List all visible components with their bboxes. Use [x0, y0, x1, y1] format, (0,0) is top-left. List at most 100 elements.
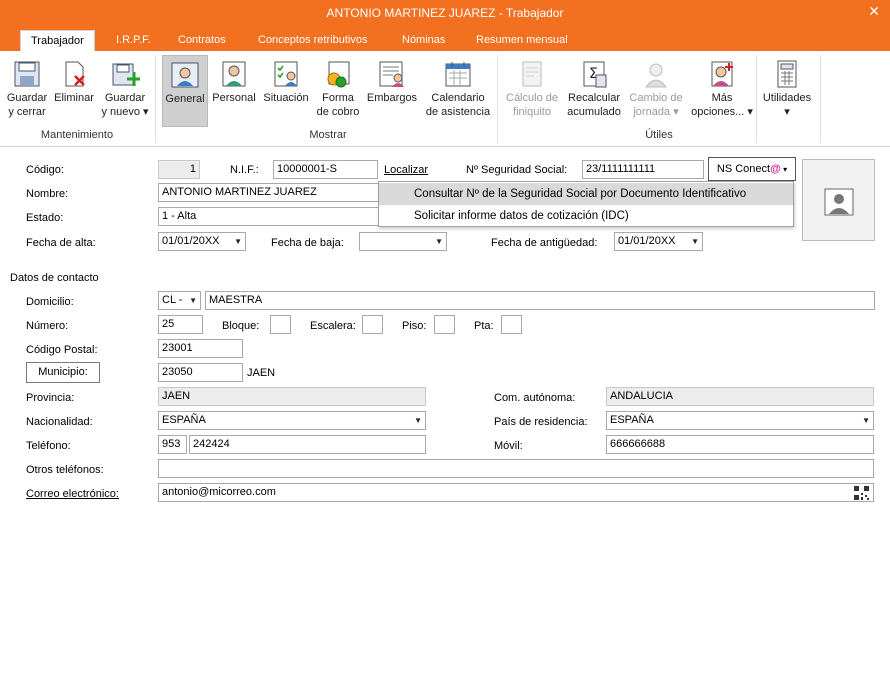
window-title: ANTONIO MARTINEZ JUAREZ - Trabajador	[326, 6, 564, 20]
localizar-link[interactable]: Localizar	[384, 164, 428, 176]
fecha-alta-label: Fecha de alta:	[26, 237, 96, 249]
ns-conecta-menu: Consultar Nº de la Seguridad Social por …	[378, 181, 794, 227]
cambio-jornada-button[interactable]: Cambio de jornada ▾	[626, 55, 686, 119]
pais-label: País de residencia:	[494, 416, 588, 428]
fecha-alta-field[interactable]: 01/01/20XX ▼	[158, 232, 246, 251]
nif-label: N.I.F.:	[230, 164, 259, 176]
otros-telefonos-field[interactable]	[158, 459, 874, 478]
escalera-label: Escalera:	[310, 320, 356, 332]
save-new-button[interactable]: Guardar y nuevo ▾	[100, 55, 150, 119]
pta-field[interactable]	[501, 315, 522, 334]
chevron-down-icon: ▾	[780, 165, 788, 174]
pta-label: Pta:	[474, 320, 494, 332]
ribbon: Guardar y cerrar Eliminar Guardar y nuevo …	[0, 51, 890, 147]
cp-label: Código Postal:	[26, 344, 98, 356]
utilidades-button[interactable]: Utilidades ▾	[760, 55, 814, 119]
tab-resumen[interactable]: Resumen mensual	[466, 30, 578, 51]
cambio-jornada-icon	[645, 63, 667, 88]
personal-button[interactable]: Personal	[210, 55, 258, 105]
nacionalidad-label: Nacionalidad:	[26, 416, 93, 428]
finiquito-icon	[522, 61, 542, 87]
avatar-placeholder-icon	[824, 188, 854, 216]
otros-label: Otros teléfonos:	[26, 464, 104, 476]
save-close-icon	[14, 61, 40, 87]
sigma-icon: Σ	[583, 61, 607, 88]
embargos-icon	[379, 61, 404, 87]
menu-consultar-nss[interactable]: Consultar Nº de la Seguridad Social por …	[379, 183, 793, 205]
nombre-label: Nombre:	[26, 188, 69, 200]
fecha-antig-label: Fecha de antigüedad:	[491, 237, 598, 249]
forma-cobro-button[interactable]: Forma de cobro	[316, 55, 360, 119]
movil-field[interactable]: 666666688	[606, 435, 874, 454]
delete-icon	[65, 61, 85, 87]
tab-conceptos[interactable]: Conceptos retributivos	[248, 30, 377, 51]
municipio-code-field[interactable]: 23050	[158, 363, 243, 382]
finiquito-button[interactable]: Cálculo de finiquito	[502, 55, 562, 119]
pais-select[interactable]: ESPAÑA ▼	[606, 411, 874, 430]
delete-button[interactable]: Eliminar	[52, 55, 96, 105]
calendar-icon	[445, 62, 471, 87]
movil-label: Móvil:	[494, 440, 523, 452]
ribbon-separator	[820, 55, 821, 143]
tab-contratos[interactable]: Contratos	[168, 30, 236, 51]
photo-area[interactable]	[802, 159, 875, 241]
personal-icon	[222, 61, 246, 87]
title-bar: ANTONIO MARTINEZ JUAREZ - Trabajador ✕	[0, 0, 890, 26]
provincia-field: JAEN	[158, 387, 426, 406]
save-new-icon	[112, 63, 140, 86]
escalera-field[interactable]	[362, 315, 383, 334]
piso-field[interactable]	[434, 315, 455, 334]
nif-field[interactable]: 10000001-S	[273, 160, 378, 179]
tel-prefix-field[interactable]: 953	[158, 435, 187, 454]
numero-field[interactable]: 25	[158, 315, 203, 334]
calendario-button[interactable]: Calendario de asistencia	[424, 55, 492, 119]
tab-nominas[interactable]: Nóminas	[392, 30, 455, 51]
at-icon: @	[770, 163, 781, 175]
situacion-button[interactable]: Situación	[260, 55, 312, 105]
nss-field[interactable]: 23/1111111111	[582, 160, 704, 179]
ribbon-separator	[497, 55, 498, 143]
nacionalidad-select[interactable]: ESPAÑA ▼	[158, 411, 426, 430]
estado-label: Estado:	[26, 212, 64, 224]
nombre-field[interactable]: ANTONIO MARTINEZ JUAREZ	[158, 183, 380, 202]
bloque-field[interactable]	[270, 315, 291, 334]
via-select[interactable]: CL - ▼	[158, 291, 201, 310]
contacto-heading: Datos de contacto	[10, 272, 99, 284]
group-mantenimiento: Mantenimiento	[40, 129, 114, 141]
telefono-label: Teléfono:	[26, 440, 71, 452]
general-icon	[171, 62, 199, 88]
group-mostrar: Mostrar	[309, 129, 347, 141]
mas-opciones-button[interactable]: Más opciones... ▾	[688, 55, 756, 119]
telefono-field[interactable]: 242424	[189, 435, 426, 454]
chevron-down-icon: ▼	[435, 237, 443, 246]
estado-field[interactable]: 1 - Alta	[158, 207, 380, 226]
bloque-label: Bloque:	[222, 320, 260, 332]
menu-solicitar-idc[interactable]: Solicitar informe datos de cotización (I…	[379, 205, 793, 227]
email-link[interactable]: Correo electrónico:	[26, 488, 119, 500]
tab-trabajador[interactable]: Trabajador	[20, 30, 95, 51]
tab-irpf[interactable]: I.R.P.F.	[106, 30, 161, 51]
close-icon[interactable]: ✕	[868, 3, 880, 20]
coins-icon	[327, 61, 350, 88]
recalcular-button[interactable]: Σ Recalcular acumulado	[564, 55, 624, 119]
numero-label: Número:	[26, 320, 69, 332]
codigo-field[interactable]: 1	[158, 160, 200, 179]
qr-code-icon[interactable]	[854, 486, 870, 500]
ns-conecta-button[interactable]: NS Conect@ ▾	[708, 157, 796, 181]
domicilio-label: Domicilio:	[26, 296, 74, 308]
fecha-antig-field[interactable]: 01/01/20XX ▼	[614, 232, 703, 251]
general-button[interactable]: General	[162, 55, 208, 127]
group-utiles: Útiles	[645, 129, 673, 141]
embargos-button[interactable]: Embargos	[364, 55, 420, 105]
fecha-baja-field[interactable]: ▼	[359, 232, 447, 251]
municipio-button[interactable]: Municipio:	[26, 362, 100, 383]
piso-label: Piso:	[402, 320, 427, 332]
chevron-down-icon: ▼	[234, 237, 242, 246]
fecha-baja-label: Fecha de baja:	[271, 237, 344, 249]
cp-field[interactable]: 23001	[158, 339, 243, 358]
email-field[interactable]: antonio@micorreo.com	[158, 483, 874, 502]
save-close-button[interactable]: Guardar y cerrar	[4, 55, 50, 119]
comaut-label: Com. autónoma:	[494, 392, 576, 404]
ribbon-separator	[155, 55, 156, 143]
domicilio-field[interactable]: MAESTRA	[205, 291, 875, 310]
